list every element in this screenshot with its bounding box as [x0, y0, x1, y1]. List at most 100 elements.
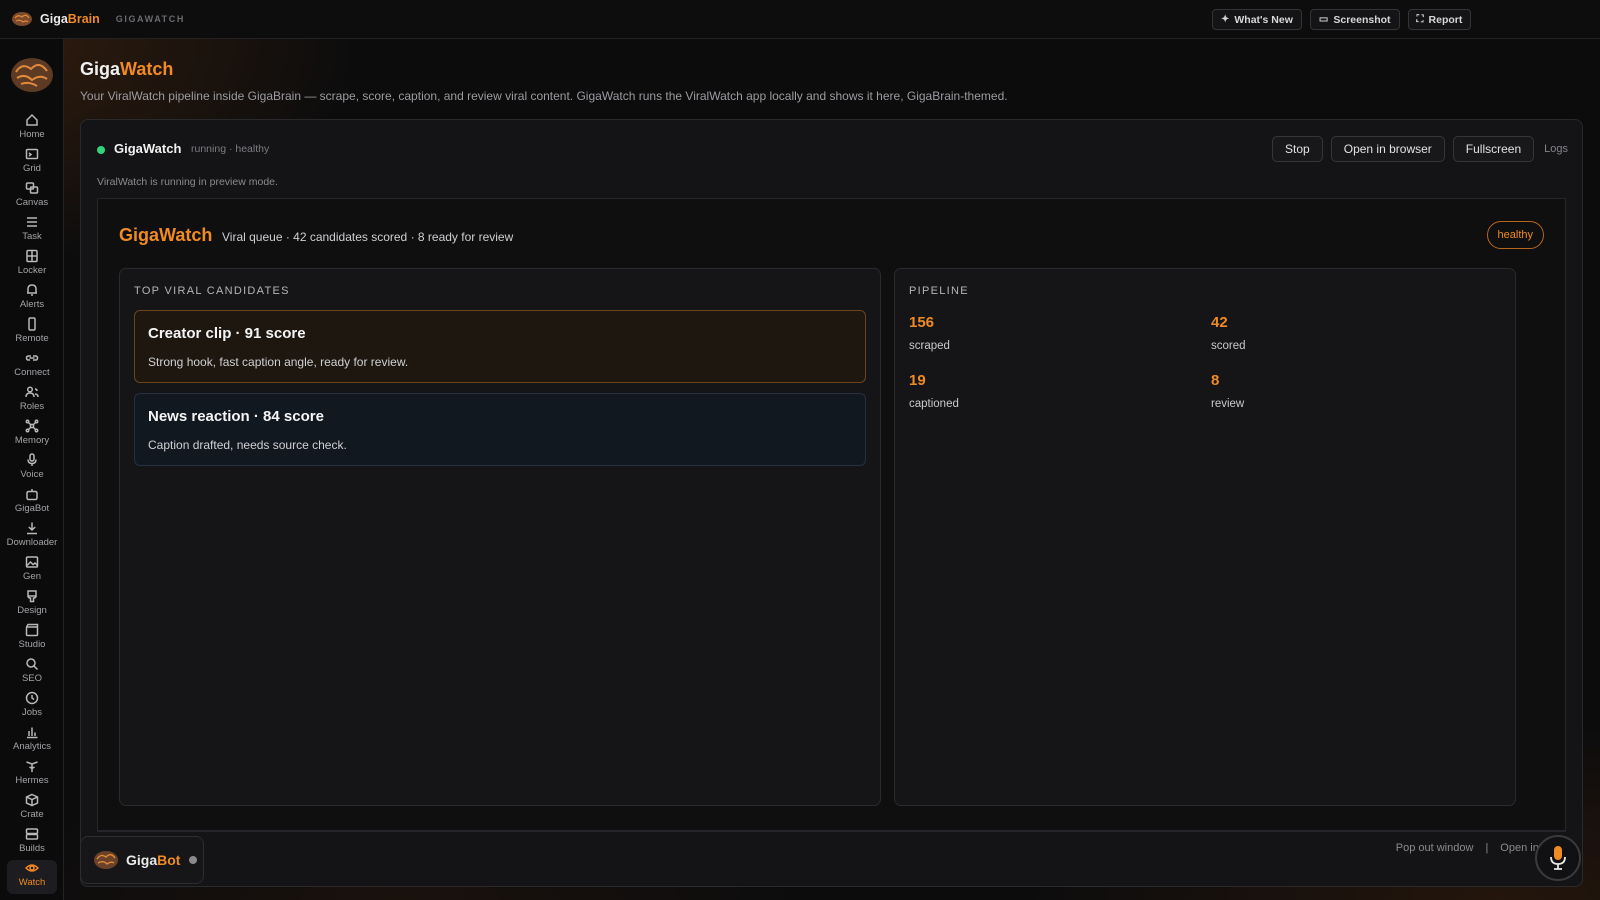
brain-logo-icon: [12, 12, 32, 26]
pipeline-stat-review: 8 review: [1211, 372, 1244, 410]
candidate-description: Strong hook, fast caption angle, ready f…: [148, 355, 409, 369]
sidebar-item-studio[interactable]: Studio: [0, 622, 64, 656]
bot-icon: [26, 489, 38, 501]
sidebar-item-watch[interactable]: Watch: [7, 860, 57, 894]
embedded-app-frame: GigaWatch Viral queue · 42 candidates sc…: [97, 198, 1566, 831]
gigabot-launcher[interactable]: GigaBot: [80, 836, 204, 884]
users-icon: [25, 386, 39, 398]
logs-link[interactable]: Logs: [1544, 143, 1568, 155]
sidebar-item-locker[interactable]: Locker: [0, 248, 64, 282]
link-icon: [25, 355, 39, 361]
sidebar-item-roles[interactable]: Roles: [0, 384, 64, 418]
server-icon: [25, 828, 39, 840]
stat-label: captioned: [909, 398, 959, 410]
report-button[interactable]: ⛶ Report: [1407, 9, 1472, 30]
stat-value: 8: [1211, 372, 1220, 389]
candidate-item[interactable]: News reaction · 84 score Caption drafted…: [134, 393, 866, 466]
sidebar-item-voice[interactable]: Voice: [0, 452, 64, 486]
pipeline-heading: PIPELINE: [909, 285, 969, 297]
brain-logo-icon: [94, 851, 118, 869]
sidebar-nav: Home Grid Canvas Task Locker Alerts Remo…: [0, 112, 64, 894]
health-badge: healthy: [1486, 221, 1544, 249]
stat-label: scored: [1211, 340, 1246, 352]
fullscreen-button[interactable]: Fullscreen: [1452, 136, 1535, 162]
app-status: running · healthy: [191, 143, 270, 155]
sidebar-item-gigabot[interactable]: GigaBot: [0, 486, 64, 520]
sidebar-item-canvas[interactable]: Canvas: [0, 180, 64, 214]
expand-icon: ⛶: [1416, 14, 1424, 25]
candidate-title: Creator clip · 91 score: [148, 325, 306, 342]
download-icon: [27, 522, 37, 535]
sidebar-item-design[interactable]: Design: [0, 588, 64, 622]
image-icon: [25, 556, 39, 568]
list-icon: [27, 217, 37, 227]
candidate-description: Caption drafted, needs source check.: [148, 438, 347, 452]
sidebar-item-downloader[interactable]: Downloader: [0, 520, 64, 554]
embedded-app-subtitle: Viral queue · 42 candidates scored · 8 r…: [222, 230, 514, 244]
stop-button[interactable]: Stop: [1272, 136, 1323, 162]
stat-label: review: [1211, 398, 1245, 410]
sidebar-item-builds[interactable]: Builds: [0, 826, 64, 860]
pipeline-stat-scraped: 156 scraped: [909, 314, 950, 352]
home-icon: [26, 113, 38, 126]
sidebar-item-gen[interactable]: Gen: [0, 554, 64, 588]
hermes-icon: [26, 761, 38, 772]
sidebar: Home Grid Canvas Task Locker Alerts Remo…: [0, 39, 64, 900]
bell-icon: [27, 284, 37, 296]
bar-chart-icon: [27, 727, 38, 739]
camera-icon: ▭: [1318, 14, 1329, 25]
panel-actions: Stop Open in browser Fullscreen Logs: [1272, 136, 1568, 162]
candidate-item[interactable]: Creator clip · 91 score Strong hook, fas…: [134, 310, 866, 383]
sidebar-item-analytics[interactable]: Analytics: [0, 724, 64, 758]
brain-logo-icon: [11, 58, 53, 92]
brush-icon: [27, 590, 37, 603]
stat-value: 42: [1211, 314, 1228, 331]
canvas-icon: [25, 182, 39, 194]
sidebar-item-hermes[interactable]: Hermes: [0, 758, 64, 792]
sidebar-item-grid[interactable]: Grid: [0, 146, 64, 180]
screenshot-button[interactable]: ▭ Screenshot: [1309, 9, 1400, 30]
top-actions: ✦ What's New ▭ Screenshot ⛶ Report: [1212, 9, 1472, 30]
pop-out-link[interactable]: Pop out window: [1396, 842, 1474, 854]
sparkle-icon: ✦: [1221, 14, 1230, 25]
open-in-browser-button[interactable]: Open in browser: [1330, 136, 1445, 162]
box-icon: [25, 793, 39, 807]
pipeline-stat-scored: 42 scored: [1211, 314, 1246, 352]
candidates-card: TOP VIRAL CANDIDATES Creator clip · 91 s…: [119, 268, 881, 806]
sidebar-item-connect[interactable]: Connect: [0, 350, 64, 384]
brand-name: GigaBrain: [40, 12, 100, 26]
network-icon: [25, 419, 39, 433]
sidebar-item-task[interactable]: Task: [0, 214, 64, 248]
app-name: GigaWatch: [114, 141, 182, 156]
page-title: GigaWatch: [80, 59, 174, 79]
app-panel: GigaWatch running · healthy Stop Open in…: [80, 119, 1583, 887]
panel-footer: Pop out window | Open in b: [97, 831, 1566, 869]
clapper-icon: [25, 623, 39, 637]
candidates-heading: TOP VIRAL CANDIDATES: [134, 285, 290, 297]
pipeline-card: PIPELINE 156 scraped 42 scored 19 captio…: [894, 268, 1516, 806]
mic-icon: [1550, 846, 1566, 870]
stat-label: scraped: [909, 340, 950, 352]
sidebar-item-jobs[interactable]: Jobs: [0, 690, 64, 724]
footer-separator: |: [1485, 842, 1489, 854]
sidebar-item-crate[interactable]: Crate: [0, 792, 64, 826]
embedded-app-title: GigaWatch: [119, 225, 213, 245]
sidebar-item-home[interactable]: Home: [0, 112, 64, 146]
sidebar-item-alerts[interactable]: Alerts: [0, 282, 64, 316]
sidebar-item-memory[interactable]: Memory: [0, 418, 64, 452]
clock-icon: [25, 691, 39, 705]
eye-icon: [25, 864, 39, 872]
stat-value: 156: [909, 314, 935, 331]
preview-note: ViralWatch is running in preview mode.: [97, 176, 278, 188]
top-bar: GigaBrain GIGAWATCH ✦ What's New ▭ Screens…: [0, 0, 1600, 39]
locker-icon: [26, 249, 38, 263]
whats-new-button[interactable]: ✦ What's New: [1212, 9, 1302, 30]
voice-mic-button[interactable]: [1535, 835, 1581, 881]
mic-icon: [27, 453, 37, 466]
page-description: Your ViralWatch pipeline inside GigaBrai…: [80, 89, 1008, 103]
status-indicator: [97, 146, 105, 154]
sidebar-item-seo[interactable]: SEO: [0, 656, 64, 690]
gigabot-label: GigaBot: [126, 852, 181, 868]
gigabot-status-dot: [189, 856, 198, 864]
sidebar-item-remote[interactable]: Remote: [0, 316, 64, 350]
